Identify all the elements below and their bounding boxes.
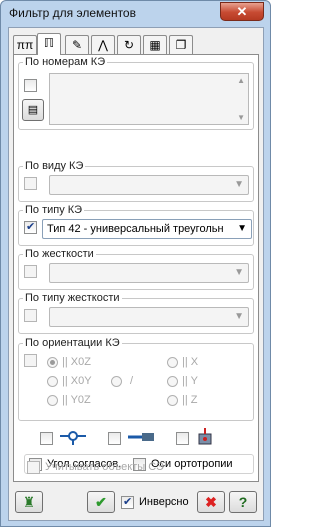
filter-panel: По номерам КЭ ▤ ▲ ▼ По виду КЭ ▼ По типу…	[13, 54, 259, 482]
tab-pencil-icon[interactable]: ✎	[65, 35, 89, 55]
document-icon: ▤	[27, 104, 39, 116]
cancel-button[interactable]: ✖	[197, 491, 225, 513]
invert-label: Инверсно	[139, 496, 189, 508]
orientation-yoz-label: || Y0Z	[62, 394, 91, 406]
tab-color-squares-icon[interactable]: ▦	[143, 35, 167, 55]
by-stiffness-type-checkbox[interactable]	[24, 309, 37, 322]
orientation-checkbox[interactable]	[24, 354, 37, 367]
scroll-up-icon[interactable]: ▲	[237, 76, 245, 85]
numbers-list[interactable]: ▲ ▼	[49, 73, 249, 125]
group-by-stiffness-label: По жесткости	[23, 248, 96, 260]
orientation-y-radio[interactable]	[167, 376, 178, 387]
rigid-insert-icon	[126, 428, 156, 446]
consider-se-checkbox[interactable]	[27, 461, 40, 474]
orientation-xoz-radio[interactable]	[47, 357, 58, 368]
tab-strip: ππ ℿ ✎ ⋀ ↻ ▦ ❐	[13, 33, 259, 55]
group-by-numbers-label: По номерам КЭ	[23, 56, 108, 68]
group-by-numbers: По номерам КЭ ▤ ▲ ▼	[18, 56, 254, 130]
chevron-down-icon: ▼	[234, 311, 244, 322]
invert-checkbox[interactable]	[121, 495, 134, 509]
local-axes-icon	[194, 426, 216, 448]
group-by-stiffness-type: По типу жесткости ▼	[18, 292, 254, 334]
orientation-xoy-radio[interactable]	[47, 376, 58, 387]
by-type-checkbox[interactable]	[24, 220, 37, 234]
group-orientation-label: По ориентации КЭ	[23, 337, 122, 349]
tab-frame-section-icon[interactable]: ℿ	[37, 33, 61, 55]
orientation-xoy-label: || X0Y	[62, 375, 92, 387]
group-by-type-label: По типу КЭ	[23, 204, 85, 216]
help-button[interactable]: ?	[229, 491, 257, 513]
consider-se-label: Учитывать объекты СЭ	[45, 461, 164, 473]
group-by-stiffness: По жесткости ▼	[18, 248, 254, 290]
hinge-filter-checkbox[interactable]	[40, 432, 53, 445]
group-by-stiffness-type-label: По типу жесткости	[23, 292, 122, 304]
brush-icon: ♜	[22, 494, 36, 510]
by-numbers-checkbox[interactable]	[24, 79, 37, 92]
rigid-insert-checkbox[interactable]	[108, 432, 121, 445]
tab-compass-icon[interactable]: ⋀	[91, 35, 115, 55]
hinge-icon	[58, 428, 88, 446]
stiffness-type-select[interactable]: ▼	[49, 307, 249, 327]
open-list-button[interactable]: ▤	[22, 99, 44, 121]
close-button[interactable]: ✕	[220, 2, 264, 21]
orientation-slash-label: /	[130, 375, 134, 387]
tab-layers-icon[interactable]: ❐	[169, 35, 193, 55]
orientation-x-label: || X	[182, 356, 199, 368]
by-type-fe-checkbox[interactable]	[24, 177, 37, 190]
tab-frame-grid-icon[interactable]: ππ	[13, 35, 37, 55]
orientation-z-label: || Z	[182, 394, 198, 406]
group-by-type-fe-label: По виду КЭ	[23, 160, 86, 172]
group-by-type-fe: По виду КЭ ▼	[18, 160, 254, 202]
orientation-z-radio[interactable]	[167, 395, 178, 406]
stiffness-select[interactable]: ▼	[49, 263, 249, 283]
type-value: Тип 42 - универсальный треугольн	[47, 223, 224, 235]
orientation-x-radio[interactable]	[167, 357, 178, 368]
check-icon: ✔	[95, 494, 107, 510]
window-title: Фильтр для элементов	[9, 6, 136, 20]
ok-button[interactable]: ✔	[87, 491, 115, 513]
apply-filter-button[interactable]: ♜	[15, 491, 43, 513]
chevron-down-icon: ▼	[234, 179, 244, 190]
filter-window: Фильтр для элементов ✕ ππ ℿ ✎ ⋀ ↻ ▦ ❐ По…	[0, 0, 271, 527]
tab-rotate-icon[interactable]: ↻	[117, 35, 141, 55]
cross-icon: ✖	[205, 494, 217, 510]
type-fe-select[interactable]: ▼	[49, 175, 249, 195]
by-stiffness-checkbox[interactable]	[24, 265, 37, 278]
chevron-down-icon: ▼	[237, 223, 247, 234]
chevron-down-icon: ▼	[234, 267, 244, 278]
orientation-yoz-radio[interactable]	[47, 395, 58, 406]
scroll-down-icon[interactable]: ▼	[237, 113, 245, 122]
orientation-xoz-label: || X0Z	[62, 356, 91, 368]
orientation-y-label: || Y	[182, 375, 198, 387]
title-bar: Фильтр для элементов ✕	[1, 1, 270, 27]
question-icon: ?	[238, 494, 248, 510]
group-by-type: По типу КЭ Тип 42 - универсальный треуго…	[18, 204, 254, 246]
group-orientation: По ориентации КЭ || X0Z || X0Y || Y0Z / …	[18, 337, 254, 421]
orientation-slash-radio[interactable]	[111, 376, 122, 387]
client-area: ππ ℿ ✎ ⋀ ↻ ▦ ❐ По номерам КЭ ▤ ▲ ▼ По ви…	[8, 27, 264, 521]
local-axes-checkbox[interactable]	[176, 432, 189, 445]
type-select[interactable]: Тип 42 - универсальный треугольн ▼	[42, 219, 252, 239]
